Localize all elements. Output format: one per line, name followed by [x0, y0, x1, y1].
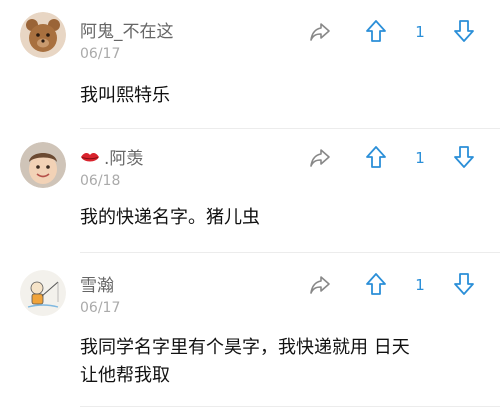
username[interactable]: .阿羡 — [104, 149, 143, 169]
arrow-down-icon — [454, 273, 474, 295]
arrow-up-icon — [366, 273, 386, 295]
vote-count: 1 — [415, 23, 425, 41]
downvote-button[interactable] — [450, 142, 478, 172]
downvote-button[interactable] — [450, 16, 478, 46]
comment-3: 雪瀚 06/17 1 我同学名字里有个昊字，我快递就用 日天 让他帮我取 — [0, 256, 500, 410]
share-icon — [310, 23, 330, 41]
share-icon — [310, 149, 330, 167]
comment-text-line-2: 让他帮我取 — [80, 365, 170, 386]
share-button[interactable] — [306, 271, 334, 299]
comment-2: .阿羡 06/18 1 我的快递名字。猪儿虫 — [0, 130, 500, 260]
comment-date: 06/17 — [80, 300, 121, 316]
divider — [80, 252, 500, 253]
vote-count: 1 — [415, 276, 425, 294]
comment-date: 06/17 — [80, 46, 121, 62]
comment-date: 06/18 — [80, 173, 121, 189]
share-icon — [310, 276, 330, 294]
divider — [80, 128, 500, 129]
comment-text: 我叫熙特乐 — [80, 85, 170, 106]
user-avatar[interactable] — [20, 270, 66, 316]
arrow-up-icon — [366, 146, 386, 168]
red-lips-icon — [80, 150, 100, 169]
bear-avatar-icon — [20, 12, 66, 58]
vote-count: 1 — [415, 149, 425, 167]
divider — [80, 406, 500, 407]
upvote-button[interactable] — [362, 269, 390, 299]
share-button[interactable] — [306, 144, 334, 172]
username[interactable]: 阿鬼_不在这 — [80, 22, 174, 42]
user-avatar[interactable] — [20, 142, 66, 188]
child-photo-avatar-icon — [20, 142, 66, 188]
arrow-up-icon — [366, 20, 386, 42]
comment-text-line-1: 我同学名字里有个昊字，我快递就用 日天 — [80, 337, 410, 358]
upvote-button[interactable] — [362, 142, 390, 172]
comment-text: 我的快递名字。猪儿虫 — [80, 207, 260, 228]
share-button[interactable] — [306, 18, 334, 46]
downvote-button[interactable] — [450, 269, 478, 299]
user-avatar[interactable] — [20, 12, 66, 58]
arrow-down-icon — [454, 20, 474, 42]
upvote-button[interactable] — [362, 16, 390, 46]
username[interactable]: 雪瀚 — [80, 276, 114, 296]
cartoon-fishing-avatar-icon — [20, 270, 66, 316]
comment-1: 阿鬼_不在这 06/17 1 我叫熙特乐 — [0, 0, 500, 130]
arrow-down-icon — [454, 146, 474, 168]
